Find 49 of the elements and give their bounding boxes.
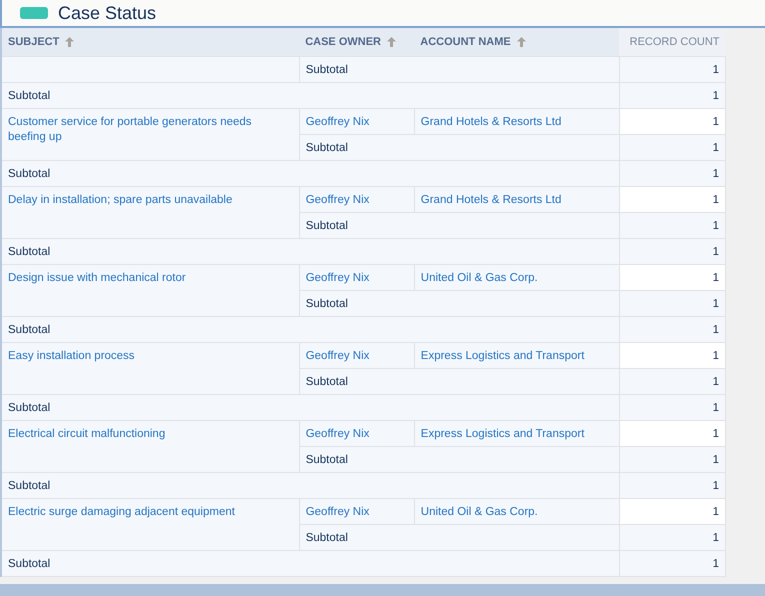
count-cell: 1 [619,160,726,186]
column-header[interactable]: SUBJECT [1,28,300,56]
count-cell: 1 [619,134,726,160]
report-title: Case Status [58,2,156,24]
subtotal-cell: Subtotal [299,290,620,316]
count-cell: 1 [619,108,726,134]
column-header[interactable]: ACCOUNT NAME [414,28,620,56]
subtotal-cell: Subtotal [299,56,620,82]
count-cell: 1 [619,498,726,524]
count-cell: 1 [619,472,726,498]
subject-link[interactable]: Electric surge damaging adjacent equipment [8,505,293,520]
subject-link[interactable]: Design issue with mechanical rotor [8,271,293,286]
count-cell: 1 [619,524,726,550]
count-cell: 1 [619,186,726,212]
report-icon [20,7,48,19]
sort-arrow-icon[interactable] [516,37,526,48]
count-cell: 1 [619,264,726,290]
count-cell: 1 [619,550,726,576]
subtotal-cell: Subtotal [1,394,620,420]
sort-arrow-icon[interactable] [65,37,74,48]
subject-link[interactable]: Customer service for portable generators needs beefing up [8,115,293,145]
column-header[interactable]: RECORD COUNT [619,28,726,56]
count-cell: 1 [619,420,726,446]
subtotal-cell: Subtotal [299,524,620,550]
subtotal-cell: Subtotal [299,134,620,160]
subtotal-cell: Subtotal [1,160,620,186]
count-cell: 1 [619,290,726,316]
count-cell: 1 [619,394,726,420]
count-cell: 1 [619,316,726,342]
subtotal-cell: Subtotal [1,550,620,576]
subject-link[interactable]: Delay in installation; spare parts unavailable [8,193,293,208]
subtotal-cell: Subtotal [1,316,620,342]
count-cell: 1 [619,212,726,238]
subtotal-cell: Subtotal [299,446,620,472]
column-header[interactable]: CASE OWNER [299,28,414,56]
subject-link[interactable]: Easy installation process [8,349,293,364]
count-cell: 1 [619,56,726,82]
count-cell: 1 [619,238,726,264]
count-cell: 1 [619,446,726,472]
subtotal-cell: Subtotal [299,212,620,238]
count-cell: 1 [619,82,726,108]
count-cell: 1 [619,368,726,394]
subtotal-cell: Subtotal [1,472,620,498]
subtotal-cell: Subtotal [1,82,620,108]
sort-arrow-icon[interactable] [386,37,396,48]
subject-link[interactable]: Electrical circuit malfunctioning [8,427,293,442]
count-cell: 1 [619,342,726,368]
subtotal-cell: Subtotal [1,238,620,264]
subtotal-cell: Subtotal [299,368,620,394]
